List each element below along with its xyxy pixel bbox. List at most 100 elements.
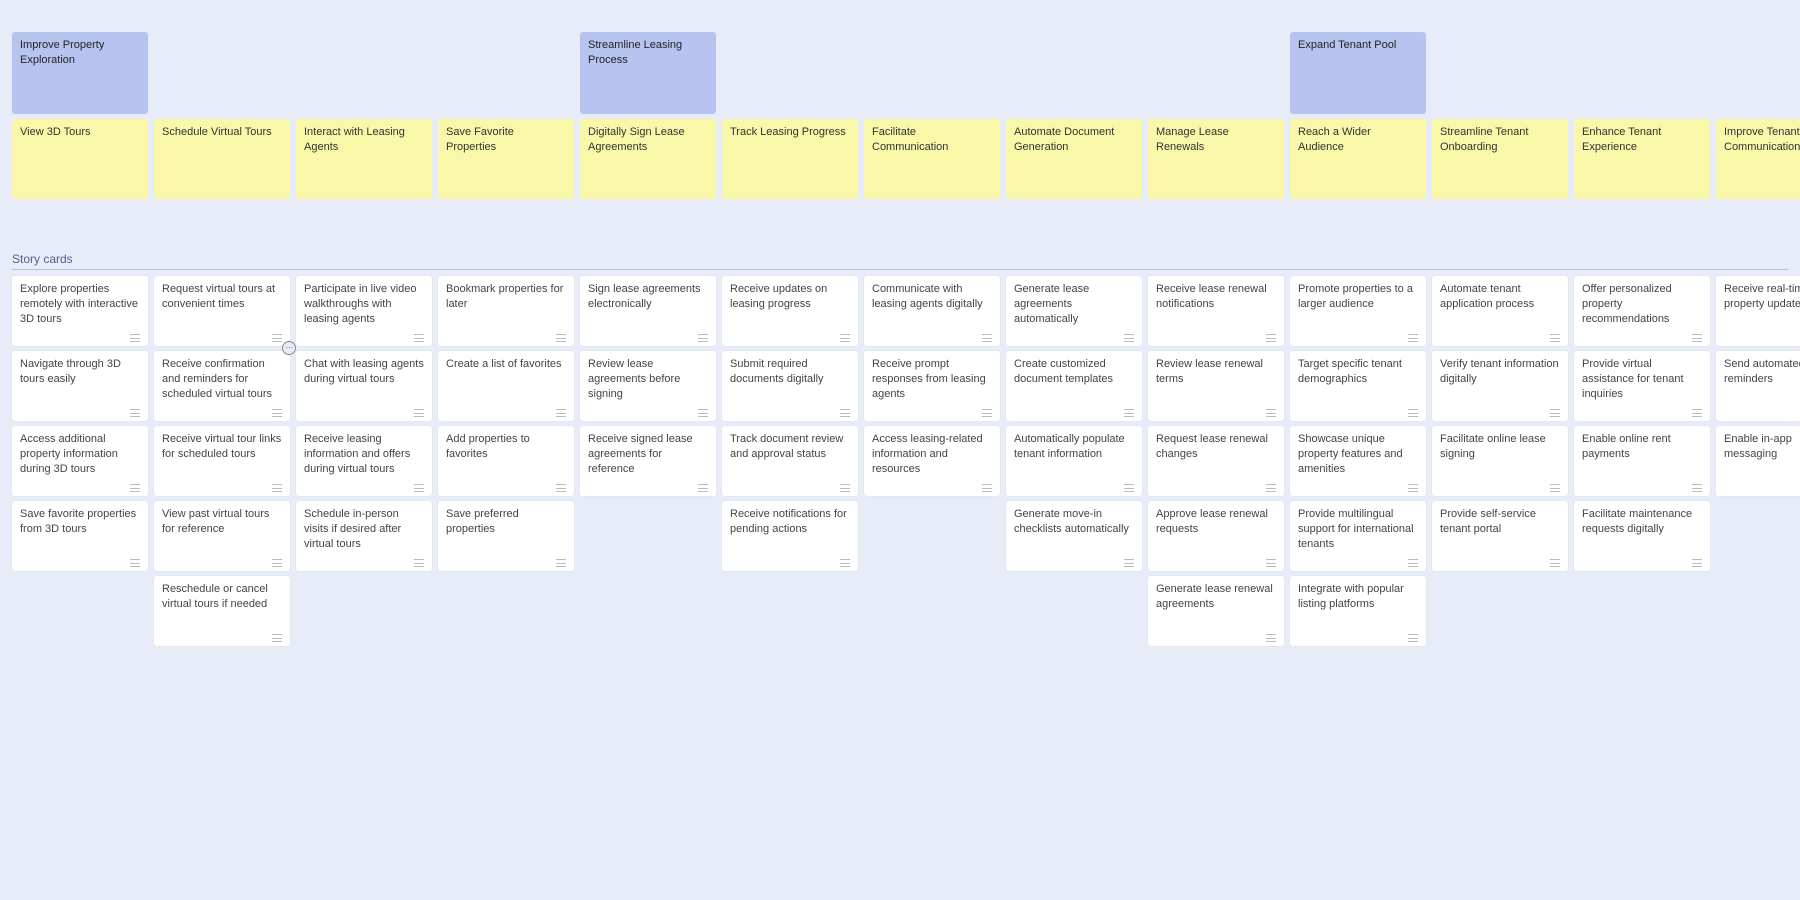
drag-handle-icon[interactable]	[556, 559, 566, 567]
story-card[interactable]: Navigate through 3D tours easily	[12, 351, 148, 421]
story-card[interactable]: Provide virtual assistance for tenant in…	[1574, 351, 1710, 421]
drag-handle-icon[interactable]	[1408, 334, 1418, 342]
drag-handle-icon[interactable]	[1692, 334, 1702, 342]
drag-handle-icon[interactable]	[1408, 484, 1418, 492]
story-card[interactable]: Facilitate maintenance requests digitall…	[1574, 501, 1710, 571]
story-card[interactable]: Automatically populate tenant informatio…	[1006, 426, 1142, 496]
story-card[interactable]: Enable online rent payments	[1574, 426, 1710, 496]
story-card[interactable]: Save preferred properties	[438, 501, 574, 571]
drag-handle-icon[interactable]	[840, 559, 850, 567]
drag-handle-icon[interactable]	[414, 409, 424, 417]
drag-handle-icon[interactable]	[414, 334, 424, 342]
drag-handle-icon[interactable]	[556, 334, 566, 342]
drag-handle-icon[interactable]	[1408, 409, 1418, 417]
story-card[interactable]: Receive lease renewal notifications	[1148, 276, 1284, 346]
activity-card[interactable]: Enhance Tenant Experience	[1574, 119, 1710, 199]
story-card[interactable]: Review lease renewal terms	[1148, 351, 1284, 421]
story-card[interactable]: Explore properties remotely with interac…	[12, 276, 148, 346]
drag-handle-icon[interactable]	[698, 409, 708, 417]
drag-handle-icon[interactable]	[1692, 409, 1702, 417]
story-card[interactable]: Verify tenant information digitally	[1432, 351, 1568, 421]
story-card[interactable]: Offer personalized property recommendati…	[1574, 276, 1710, 346]
drag-handle-icon[interactable]	[1550, 484, 1560, 492]
drag-handle-icon[interactable]	[1550, 409, 1560, 417]
drag-handle-icon[interactable]	[982, 484, 992, 492]
story-card[interactable]: Add properties to favorites	[438, 426, 574, 496]
drag-handle-icon[interactable]	[130, 559, 140, 567]
drag-handle-icon[interactable]	[414, 484, 424, 492]
story-card[interactable]: Automate tenant application process	[1432, 276, 1568, 346]
story-card[interactable]: Schedule in-person visits if desired aft…	[296, 501, 432, 571]
story-card[interactable]: Reschedule or cancel virtual tours if ne…	[154, 576, 290, 646]
story-card[interactable]: View past virtual tours for reference	[154, 501, 290, 571]
drag-handle-icon[interactable]	[1550, 334, 1560, 342]
story-card[interactable]: Receive prompt responses from leasing ag…	[864, 351, 1000, 421]
drag-handle-icon[interactable]	[1408, 634, 1418, 642]
story-card[interactable]: Generate lease renewal agreements	[1148, 576, 1284, 646]
drag-handle-icon[interactable]	[1266, 484, 1276, 492]
story-card[interactable]: Receive updates on leasing progress	[722, 276, 858, 346]
drag-handle-icon[interactable]	[1124, 334, 1134, 342]
story-card[interactable]: Access leasing-related information and r…	[864, 426, 1000, 496]
drag-handle-icon[interactable]	[1124, 559, 1134, 567]
drag-handle-icon[interactable]	[556, 409, 566, 417]
story-card[interactable]: Integrate with popular listing platforms	[1290, 576, 1426, 646]
story-card[interactable]: Track document review and approval statu…	[722, 426, 858, 496]
drag-handle-icon[interactable]	[1408, 559, 1418, 567]
drag-handle-icon[interactable]	[840, 484, 850, 492]
drag-handle-icon[interactable]	[272, 409, 282, 417]
activity-card[interactable]: Digitally Sign Lease Agreements	[580, 119, 716, 199]
activity-card[interactable]: Automate Document Generation	[1006, 119, 1142, 199]
story-card[interactable]: Participate in live video walkthroughs w…	[296, 276, 432, 346]
activity-card[interactable]: Streamline Tenant Onboarding	[1432, 119, 1568, 199]
epic-card[interactable]: Improve Property Exploration	[12, 32, 148, 114]
drag-handle-icon[interactable]	[1124, 409, 1134, 417]
activity-card[interactable]: Reach a Wider Audience	[1290, 119, 1426, 199]
story-card[interactable]: Communicate with leasing agents digitall…	[864, 276, 1000, 346]
story-card[interactable]: Send automated lease reminders	[1716, 351, 1800, 421]
story-card[interactable]: Provide self-service tenant portal	[1432, 501, 1568, 571]
drag-handle-icon[interactable]	[1692, 484, 1702, 492]
drag-handle-icon[interactable]	[556, 484, 566, 492]
story-card[interactable]: Save favorite properties from 3D tours	[12, 501, 148, 571]
story-card[interactable]: Receive notifications for pending action…	[722, 501, 858, 571]
drag-handle-icon[interactable]	[840, 334, 850, 342]
story-card[interactable]: Receive virtual tour links for scheduled…	[154, 426, 290, 496]
activity-card[interactable]: Improve Tenant Communication	[1716, 119, 1800, 199]
drag-handle-icon[interactable]	[1266, 559, 1276, 567]
story-card[interactable]: Facilitate online lease signing	[1432, 426, 1568, 496]
story-card[interactable]: Receive signed lease agreements for refe…	[580, 426, 716, 496]
activity-card[interactable]: Track Leasing Progress	[722, 119, 858, 199]
activity-card[interactable]: Manage Lease Renewals	[1148, 119, 1284, 199]
story-card[interactable]: Provide multilingual support for interna…	[1290, 501, 1426, 571]
drag-handle-icon[interactable]	[698, 334, 708, 342]
story-card[interactable]: Review lease agreements before signing	[580, 351, 716, 421]
activity-card[interactable]: Schedule Virtual Tours	[154, 119, 290, 199]
story-card[interactable]: Target specific tenant demographics	[1290, 351, 1426, 421]
epic-card[interactable]: Streamline Leasing Process	[580, 32, 716, 114]
story-card[interactable]: Approve lease renewal requests	[1148, 501, 1284, 571]
activity-card[interactable]: View 3D Tours	[12, 119, 148, 199]
story-card[interactable]: Chat with leasing agents during virtual …	[296, 351, 432, 421]
drag-handle-icon[interactable]	[1550, 559, 1560, 567]
story-card[interactable]: Bookmark properties for later	[438, 276, 574, 346]
activity-card[interactable]: Save Favorite Properties	[438, 119, 574, 199]
story-card[interactable]: Promote properties to a larger audience	[1290, 276, 1426, 346]
drag-handle-icon[interactable]	[130, 484, 140, 492]
drag-handle-icon[interactable]	[1266, 634, 1276, 642]
story-card[interactable]: Request virtual tours at convenient time…	[154, 276, 290, 346]
story-card[interactable]: Submit required documents digitally	[722, 351, 858, 421]
activity-card[interactable]: Interact with Leasing Agents	[296, 119, 432, 199]
drag-handle-icon[interactable]	[130, 409, 140, 417]
drag-handle-icon[interactable]	[272, 484, 282, 492]
drag-handle-icon[interactable]	[1692, 559, 1702, 567]
drag-handle-icon[interactable]	[130, 334, 140, 342]
story-card[interactable]: Sign lease agreements electronically	[580, 276, 716, 346]
story-card[interactable]: Create a list of favorites	[438, 351, 574, 421]
story-card[interactable]: Generate move-in checklists automaticall…	[1006, 501, 1142, 571]
story-card[interactable]: Generate lease agreements automatically	[1006, 276, 1142, 346]
drag-handle-icon[interactable]	[840, 409, 850, 417]
drag-handle-icon[interactable]	[414, 559, 424, 567]
story-card[interactable]: Access additional property information d…	[12, 426, 148, 496]
story-card[interactable]: Showcase unique property features and am…	[1290, 426, 1426, 496]
